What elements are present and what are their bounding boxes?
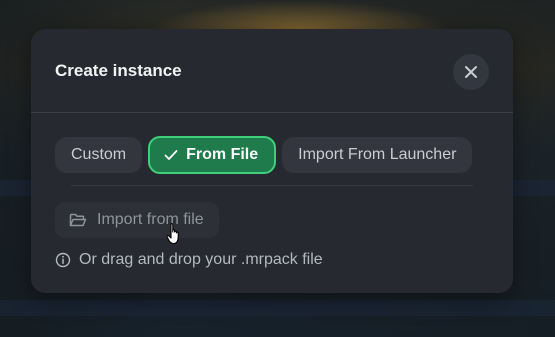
- tab-from-file[interactable]: From File: [148, 136, 277, 174]
- check-icon: [164, 149, 178, 161]
- create-instance-dialog: Create instance Custom From File Import …: [31, 29, 513, 293]
- section-divider: [71, 185, 473, 186]
- source-tabs: Custom From File Import From Launcher: [55, 136, 473, 175]
- drag-drop-hint: Or drag and drop your .mrpack file: [55, 251, 323, 269]
- close-button[interactable]: [453, 54, 489, 90]
- tab-label: From File: [186, 146, 259, 163]
- hint-text: Or drag and drop your .mrpack file: [79, 251, 323, 268]
- close-icon: [465, 66, 477, 78]
- tab-label: Custom: [71, 146, 127, 163]
- background-strip: [0, 300, 555, 316]
- hand-pointer-icon: [166, 223, 179, 245]
- tab-custom[interactable]: Custom: [55, 137, 143, 173]
- info-icon: [55, 252, 71, 268]
- folder-open-icon: [69, 213, 87, 228]
- import-button-label: Import from file: [97, 211, 204, 228]
- tab-label: Import From Launcher: [298, 146, 457, 163]
- import-from-file-button[interactable]: Import from file: [55, 202, 219, 238]
- dialog-header: Create instance: [31, 29, 513, 113]
- dialog-title: Create instance: [55, 61, 182, 80]
- tab-import-from-launcher[interactable]: Import From Launcher: [282, 137, 473, 173]
